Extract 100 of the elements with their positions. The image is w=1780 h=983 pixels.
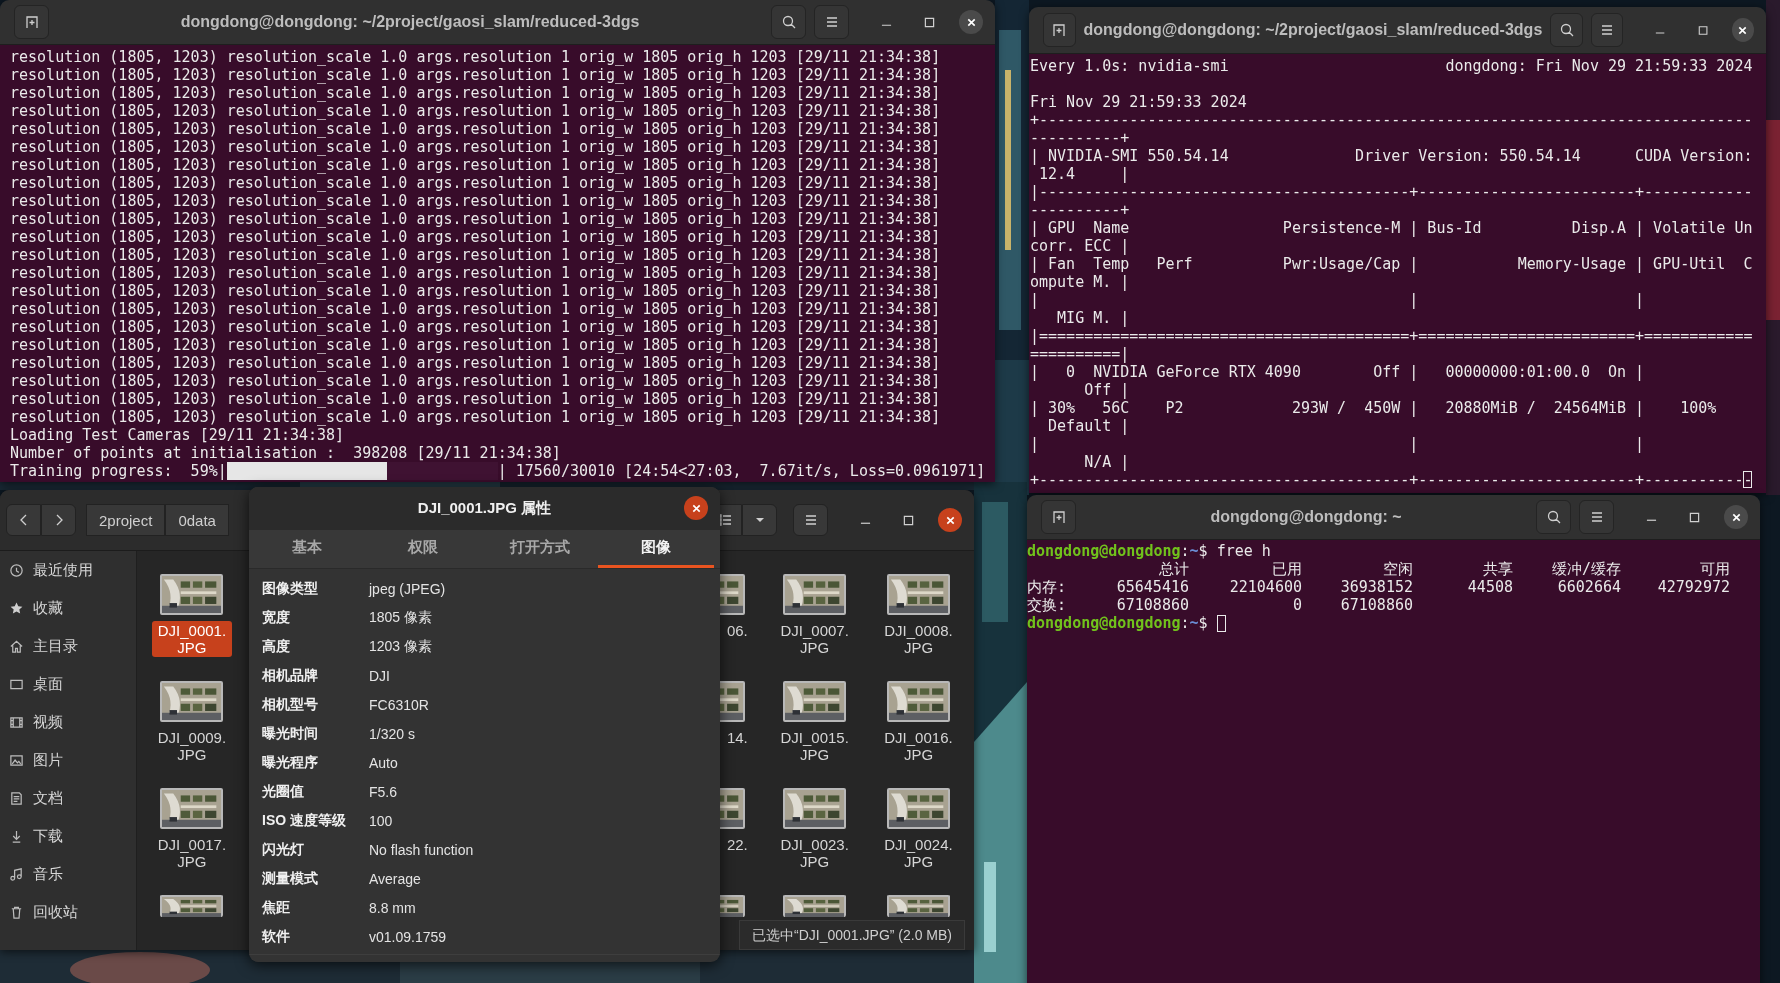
menu-button[interactable] — [814, 5, 849, 39]
terminal-line: MIG M. | — [1056, 309, 1131, 327]
path-button[interactable]: 2project — [86, 504, 166, 536]
search-button[interactable] — [1550, 13, 1583, 47]
terminal-line: | NVIDIA-SMI 550.54.14 Driver Version: 550.54.14 CUDA Version: — [1030, 147, 1753, 165]
terminal-line: resolution (1805, 1203) resolution_scale 1.0 args.resolution 1 orig_w 1805 orig_h 1203 [29/11 21:34:38] — [10, 264, 942, 282]
property-label: 闪光灯 — [262, 840, 304, 859]
property-label: 光圈值 — [262, 782, 304, 801]
sidebar-item[interactable]: 下载 — [0, 817, 136, 855]
terminal-line: resolution (1805, 1203) resolution_scale 1.0 args.resolution 1 orig_w 1805 orig_h 1203 [29/11 21:34:38] — [10, 138, 942, 156]
thumbnail[interactable] — [783, 681, 847, 722]
menu-button[interactable] — [793, 504, 828, 536]
forward-button[interactable] — [41, 504, 76, 536]
tab[interactable]: 打开方式 — [481, 530, 598, 568]
cursor-icon — [1216, 614, 1226, 632]
sidebar-item[interactable]: 桌面 — [0, 665, 136, 703]
maximize-icon[interactable] — [924, 16, 935, 28]
file-name[interactable]: DJI_0009. JPG — [151, 728, 233, 764]
file-name[interactable]: 14. — [720, 728, 748, 747]
property-label: 相机品牌 — [262, 666, 318, 685]
dialog-title: DJI_0001.JPG 属性 — [417, 499, 552, 518]
property-label: ISO 速度等级 — [262, 811, 346, 830]
file-name[interactable]: DJI_0017. JPG — [151, 835, 233, 871]
thumbnail[interactable] — [886, 788, 950, 829]
terminal-line: resolution (1805, 1203) resolution_scale 1.0 args.resolution 1 orig_w 1805 orig_h 1203 [29/11 21:34:38] — [10, 228, 942, 246]
new-tab-button[interactable] — [14, 5, 49, 39]
maximize-icon[interactable] — [1697, 24, 1708, 36]
tab[interactable]: 权限 — [365, 530, 482, 568]
thumbnail[interactable] — [160, 681, 224, 722]
film-icon — [9, 714, 24, 730]
thumbnail[interactable] — [783, 895, 847, 917]
trash-icon — [9, 904, 24, 920]
terminal-line: | 30% 56C P2 293W / 450W | 20880MiB / 24564MiB | 100% — [1030, 399, 1718, 417]
close-button[interactable] — [938, 508, 962, 532]
new-tab-button[interactable] — [1043, 13, 1076, 47]
file-name[interactable]: 06. — [720, 621, 748, 640]
sidebar-item[interactable]: 图片 — [0, 741, 136, 779]
close-button[interactable] — [1724, 505, 1748, 529]
close-button[interactable] — [684, 496, 708, 520]
file-name[interactable]: DJI_0001. JPG — [151, 621, 233, 657]
new-tab-button[interactable] — [1041, 500, 1076, 534]
terminal-line: dongdong: Fri Nov 29 21:59:33 2024 — [1445, 57, 1753, 75]
property-label: 宽度 — [262, 608, 290, 627]
terminal-line: N/A | — [1083, 453, 1131, 471]
close-icon — [1730, 511, 1742, 523]
property-label: 测量模式 — [262, 869, 318, 888]
thumbnail[interactable] — [783, 788, 847, 829]
terminal-line: resolution (1805, 1203) resolution_scale 1.0 args.resolution 1 orig_w 1805 orig_h 1203 [29/11 21:34:38] — [10, 192, 942, 210]
new-tab-icon — [1050, 509, 1067, 525]
sidebar-item[interactable]: 音乐 — [0, 855, 136, 893]
file-name[interactable]: DJI_0015. JPG — [774, 728, 855, 764]
file-name[interactable]: DJI_0024. JPG — [878, 835, 959, 871]
back-button[interactable] — [6, 504, 41, 536]
thumbnail[interactable] — [160, 895, 224, 917]
thumbnail[interactable] — [160, 788, 224, 829]
column-header: 已用 — [1271, 560, 1302, 578]
close-button[interactable] — [959, 10, 983, 34]
close-button[interactable] — [1731, 18, 1754, 42]
terminal-line: ----------+ — [1030, 129, 1131, 147]
file-name[interactable]: DJI_0023. JPG — [774, 835, 855, 871]
close-icon — [1737, 24, 1749, 36]
search-icon — [1558, 22, 1575, 38]
menu-button[interactable] — [1590, 13, 1624, 47]
property-value: Auto — [369, 754, 398, 771]
terminal-line: | GPU Name Persistence-M | Bus-Id Disp.A | Volatile Un — [1030, 219, 1753, 237]
star-icon — [9, 600, 24, 616]
thumbnail[interactable] — [886, 681, 950, 722]
terminal-line: resolution (1805, 1203) resolution_scale 1.0 args.resolution 1 orig_w 1805 orig_h 1203 [29/11 21:34:38] — [10, 336, 942, 354]
thumbnail[interactable] — [783, 574, 847, 615]
sidebar-item[interactable]: 最近使用 — [0, 551, 136, 589]
row-label: 交换: — [1027, 596, 1068, 614]
search-button[interactable] — [1536, 500, 1571, 534]
terminal-line: | 0 NVIDIA GeForce RTX 4090 Off | 00000000:01:00.0 On | — [1030, 363, 1646, 381]
search-icon — [780, 14, 797, 30]
property-value: No flash function — [369, 841, 474, 858]
file-name[interactable]: DJI_0016. JPG — [878, 728, 959, 764]
menu-button[interactable] — [1579, 500, 1614, 534]
sidebar-item[interactable]: 主目录 — [0, 627, 136, 665]
thumbnail[interactable] — [886, 574, 950, 615]
sidebar-item[interactable]: 收藏 — [0, 589, 136, 627]
thumbnail[interactable] — [886, 895, 950, 917]
tab[interactable]: 图像 — [597, 530, 714, 568]
maximize-icon[interactable] — [1689, 511, 1700, 523]
file-name[interactable]: DJI_0007. JPG — [774, 621, 855, 657]
thumbnail[interactable] — [160, 574, 224, 615]
sidebar-item[interactable]: 视频 — [0, 703, 136, 741]
maximize-icon[interactable] — [903, 514, 914, 526]
property-label: 焦距 — [262, 898, 290, 917]
close-icon — [965, 16, 977, 28]
sidebar-item[interactable]: 文档 — [0, 779, 136, 817]
property-label: 软件 — [262, 927, 290, 946]
path-button[interactable]: 0data — [165, 504, 229, 536]
terminal-line: resolution (1805, 1203) resolution_scale 1.0 args.resolution 1 orig_w 1805 orig_h 1203 [29/11 21:34:38] — [10, 354, 942, 372]
home-icon — [9, 638, 24, 654]
file-name[interactable]: DJI_0008. JPG — [878, 621, 959, 657]
search-button[interactable] — [771, 5, 806, 39]
tab[interactable]: 基本 — [249, 530, 366, 568]
sidebar-item[interactable]: 回收站 — [0, 893, 136, 931]
terminal-line: resolution (1805, 1203) resolution_scale 1.0 args.resolution 1 orig_w 1805 orig_h 1203 [29/11 21:34:38] — [10, 84, 942, 102]
file-name[interactable]: 22. — [720, 835, 748, 854]
